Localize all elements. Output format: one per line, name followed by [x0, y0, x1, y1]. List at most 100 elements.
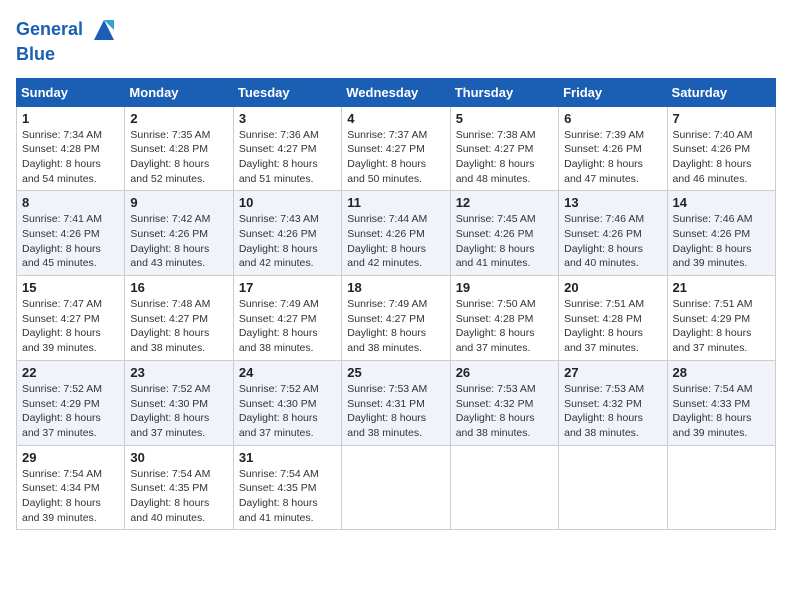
sunset-label: Sunset: 4:35 PM: [239, 482, 317, 494]
day-number: 11: [347, 195, 444, 210]
calendar-cell: 18 Sunrise: 7:49 AM Sunset: 4:27 PM Dayl…: [342, 276, 450, 361]
day-info: Sunrise: 7:38 AM Sunset: 4:27 PM Dayligh…: [456, 128, 553, 187]
day-info: Sunrise: 7:52 AM Sunset: 4:29 PM Dayligh…: [22, 382, 119, 441]
calendar-cell: 28 Sunrise: 7:54 AM Sunset: 4:33 PM Dayl…: [667, 360, 775, 445]
sunrise-label: Sunrise: 7:36 AM: [239, 129, 319, 141]
sunrise-label: Sunrise: 7:34 AM: [22, 129, 102, 141]
calendar-cell: [667, 445, 775, 530]
sunset-label: Sunset: 4:34 PM: [22, 482, 100, 494]
daylight-label: Daylight: 8 hours and 37 minutes.: [22, 412, 101, 439]
day-number: 12: [456, 195, 553, 210]
sunrise-label: Sunrise: 7:46 AM: [673, 213, 753, 225]
daylight-label: Daylight: 8 hours and 40 minutes.: [130, 497, 209, 524]
daylight-label: Daylight: 8 hours and 38 minutes.: [564, 412, 643, 439]
calendar-cell: 2 Sunrise: 7:35 AM Sunset: 4:28 PM Dayli…: [125, 106, 233, 191]
sunrise-label: Sunrise: 7:54 AM: [22, 468, 102, 480]
day-info: Sunrise: 7:44 AM Sunset: 4:26 PM Dayligh…: [347, 212, 444, 271]
sunrise-label: Sunrise: 7:51 AM: [564, 298, 644, 310]
sunrise-label: Sunrise: 7:53 AM: [456, 383, 536, 395]
day-info: Sunrise: 7:39 AM Sunset: 4:26 PM Dayligh…: [564, 128, 661, 187]
daylight-label: Daylight: 8 hours and 37 minutes.: [673, 327, 752, 354]
sunrise-label: Sunrise: 7:52 AM: [22, 383, 102, 395]
sunrise-label: Sunrise: 7:44 AM: [347, 213, 427, 225]
day-info: Sunrise: 7:51 AM Sunset: 4:29 PM Dayligh…: [673, 297, 770, 356]
sunrise-label: Sunrise: 7:43 AM: [239, 213, 319, 225]
week-row-1: 1 Sunrise: 7:34 AM Sunset: 4:28 PM Dayli…: [17, 106, 776, 191]
daylight-label: Daylight: 8 hours and 45 minutes.: [22, 243, 101, 270]
daylight-label: Daylight: 8 hours and 50 minutes.: [347, 158, 426, 185]
sunrise-label: Sunrise: 7:47 AM: [22, 298, 102, 310]
col-header-saturday: Saturday: [667, 78, 775, 106]
sunset-label: Sunset: 4:28 PM: [130, 143, 208, 155]
daylight-label: Daylight: 8 hours and 43 minutes.: [130, 243, 209, 270]
day-number: 23: [130, 365, 227, 380]
calendar-cell: 27 Sunrise: 7:53 AM Sunset: 4:32 PM Dayl…: [559, 360, 667, 445]
daylight-label: Daylight: 8 hours and 40 minutes.: [564, 243, 643, 270]
day-number: 1: [22, 111, 119, 126]
daylight-label: Daylight: 8 hours and 42 minutes.: [239, 243, 318, 270]
day-number: 20: [564, 280, 661, 295]
day-number: 22: [22, 365, 119, 380]
sunset-label: Sunset: 4:27 PM: [22, 313, 100, 325]
day-number: 14: [673, 195, 770, 210]
col-header-thursday: Thursday: [450, 78, 558, 106]
sunset-label: Sunset: 4:31 PM: [347, 398, 425, 410]
daylight-label: Daylight: 8 hours and 47 minutes.: [564, 158, 643, 185]
day-info: Sunrise: 7:46 AM Sunset: 4:26 PM Dayligh…: [564, 212, 661, 271]
col-header-monday: Monday: [125, 78, 233, 106]
daylight-label: Daylight: 8 hours and 39 minutes.: [22, 327, 101, 354]
sunrise-label: Sunrise: 7:49 AM: [239, 298, 319, 310]
day-number: 9: [130, 195, 227, 210]
day-number: 29: [22, 450, 119, 465]
sunset-label: Sunset: 4:27 PM: [347, 313, 425, 325]
sunrise-label: Sunrise: 7:54 AM: [239, 468, 319, 480]
daylight-label: Daylight: 8 hours and 38 minutes.: [347, 412, 426, 439]
sunset-label: Sunset: 4:33 PM: [673, 398, 751, 410]
sunrise-label: Sunrise: 7:35 AM: [130, 129, 210, 141]
day-info: Sunrise: 7:50 AM Sunset: 4:28 PM Dayligh…: [456, 297, 553, 356]
calendar-cell: 17 Sunrise: 7:49 AM Sunset: 4:27 PM Dayl…: [233, 276, 341, 361]
day-info: Sunrise: 7:47 AM Sunset: 4:27 PM Dayligh…: [22, 297, 119, 356]
calendar-cell: 31 Sunrise: 7:54 AM Sunset: 4:35 PM Dayl…: [233, 445, 341, 530]
sunset-label: Sunset: 4:27 PM: [239, 143, 317, 155]
calendar-cell: 5 Sunrise: 7:38 AM Sunset: 4:27 PM Dayli…: [450, 106, 558, 191]
sunrise-label: Sunrise: 7:50 AM: [456, 298, 536, 310]
daylight-label: Daylight: 8 hours and 41 minutes.: [239, 497, 318, 524]
day-number: 19: [456, 280, 553, 295]
daylight-label: Daylight: 8 hours and 39 minutes.: [22, 497, 101, 524]
sunrise-label: Sunrise: 7:53 AM: [347, 383, 427, 395]
calendar-cell: 29 Sunrise: 7:54 AM Sunset: 4:34 PM Dayl…: [17, 445, 125, 530]
sunset-label: Sunset: 4:29 PM: [22, 398, 100, 410]
calendar-body: 1 Sunrise: 7:34 AM Sunset: 4:28 PM Dayli…: [17, 106, 776, 530]
sunset-label: Sunset: 4:27 PM: [456, 143, 534, 155]
day-info: Sunrise: 7:49 AM Sunset: 4:27 PM Dayligh…: [239, 297, 336, 356]
logo-text: General: [16, 16, 118, 44]
sunset-label: Sunset: 4:26 PM: [456, 228, 534, 240]
sunset-label: Sunset: 4:26 PM: [564, 228, 642, 240]
week-row-3: 15 Sunrise: 7:47 AM Sunset: 4:27 PM Dayl…: [17, 276, 776, 361]
calendar-cell: 3 Sunrise: 7:36 AM Sunset: 4:27 PM Dayli…: [233, 106, 341, 191]
sunset-label: Sunset: 4:32 PM: [456, 398, 534, 410]
day-info: Sunrise: 7:53 AM Sunset: 4:32 PM Dayligh…: [456, 382, 553, 441]
calendar-cell: 21 Sunrise: 7:51 AM Sunset: 4:29 PM Dayl…: [667, 276, 775, 361]
daylight-label: Daylight: 8 hours and 37 minutes.: [239, 412, 318, 439]
daylight-label: Daylight: 8 hours and 48 minutes.: [456, 158, 535, 185]
sunrise-label: Sunrise: 7:52 AM: [130, 383, 210, 395]
day-number: 30: [130, 450, 227, 465]
calendar-cell: [450, 445, 558, 530]
daylight-label: Daylight: 8 hours and 52 minutes.: [130, 158, 209, 185]
day-info: Sunrise: 7:46 AM Sunset: 4:26 PM Dayligh…: [673, 212, 770, 271]
day-number: 15: [22, 280, 119, 295]
calendar-header-row: SundayMondayTuesdayWednesdayThursdayFrid…: [17, 78, 776, 106]
calendar-cell: 14 Sunrise: 7:46 AM Sunset: 4:26 PM Dayl…: [667, 191, 775, 276]
sunrise-label: Sunrise: 7:54 AM: [130, 468, 210, 480]
day-number: 7: [673, 111, 770, 126]
calendar-cell: 22 Sunrise: 7:52 AM Sunset: 4:29 PM Dayl…: [17, 360, 125, 445]
daylight-label: Daylight: 8 hours and 42 minutes.: [347, 243, 426, 270]
day-number: 28: [673, 365, 770, 380]
daylight-label: Daylight: 8 hours and 37 minutes.: [456, 327, 535, 354]
sunrise-label: Sunrise: 7:41 AM: [22, 213, 102, 225]
daylight-label: Daylight: 8 hours and 54 minutes.: [22, 158, 101, 185]
logo: General Blue: [16, 16, 118, 66]
calendar-cell: 10 Sunrise: 7:43 AM Sunset: 4:26 PM Dayl…: [233, 191, 341, 276]
